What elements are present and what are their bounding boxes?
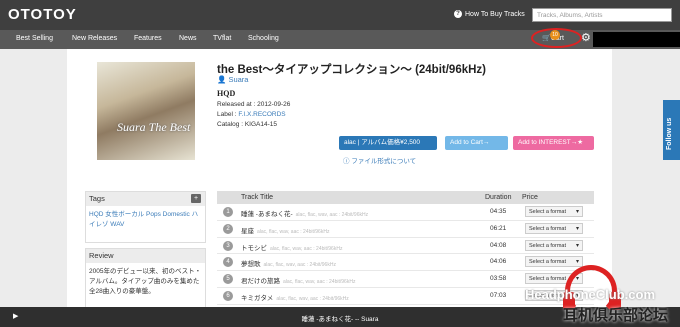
track-number: 4 [223, 257, 233, 268]
col-duration: Duration [485, 194, 512, 201]
track-title[interactable]: トモシビ alac, flac, wav, aac : 24bit/96kHz [241, 242, 342, 252]
catalog-number: Catalog : KIGA14-15 [217, 121, 277, 128]
redacted-account [593, 32, 680, 47]
nav-tvflat[interactable]: TVflat [213, 35, 231, 42]
release-date: Released at : 2012-09-26 [217, 101, 291, 108]
review-text: 2005年のデビュー以来、初のベスト・アルバム。タイアップ曲のみを集めた全28曲… [89, 268, 202, 295]
album-title: the Best～タイアップコレクション～ (24bit/96kHz) [217, 64, 487, 76]
track-format: alac, flac, wav, aac : 24bit/96kHz [270, 245, 343, 252]
track-number: 6 [223, 290, 233, 301]
artist-link[interactable]: 👤 Suara [217, 75, 248, 84]
person-icon: 👤 [217, 75, 229, 84]
track-duration: 04:06 [490, 258, 507, 266]
watermark-en: HeadphoneClub.com [525, 287, 656, 302]
watermark-zh: 耳机俱乐部论坛 [563, 307, 669, 324]
chevron-down-icon: ▾ [575, 242, 579, 249]
track-duration: 07:03 [490, 291, 507, 299]
site-logo[interactable]: OTOTOY [8, 6, 77, 23]
track-number: 2 [223, 223, 233, 234]
how-to-buy-link[interactable]: ? How To Buy Tracks [454, 10, 525, 18]
track-number: 1 [223, 207, 233, 217]
add-tag-button[interactable]: + [191, 194, 201, 203]
nav-features[interactable]: Features [134, 35, 162, 42]
nav-schooling[interactable]: Schooling [248, 35, 279, 42]
track-title[interactable]: 夢想歌 alac, flac, wav, aac : 24bit/96kHz [241, 258, 336, 268]
track-format: alac, flac, wav, aac : 24bit/96kHz [263, 262, 336, 269]
track-title[interactable]: 君だけの旅路 alac, flac, wav, aac : 24bit/96kHz [241, 275, 355, 285]
track-table-header: Track Title Duration Price [217, 191, 594, 204]
hqd-badge: HQD [217, 89, 236, 98]
track-format: alac, flac, wav, aac : 24bit/96kHz [295, 212, 369, 218]
search-input[interactable]: Tracks, Albums, Artists [532, 8, 672, 22]
buy-album-button[interactable]: alac | アルバム価格¥2,500 [339, 136, 437, 150]
track-row[interactable]: 5 君だけの旅路 alac, flac, wav, aac : 24bit/96kH… [217, 271, 594, 288]
track-row[interactable]: 2 星座 alac, flac, wav, aac : 24bit/96kHz 06:… [217, 221, 594, 238]
watermark: HeadphoneClub.com 耳机俱乐部论坛 [525, 265, 675, 327]
top-bar: OTOTOY ? How To Buy Tracks Tracks, Album… [0, 0, 680, 30]
cover-text: Suara The Best [117, 120, 191, 134]
track-number: 3 [223, 240, 233, 251]
follow-us-tab[interactable]: Follow us [663, 100, 680, 160]
track-duration: 03:58 [490, 275, 507, 283]
track-number: 5 [223, 274, 233, 285]
nav-new-releases[interactable]: New Releases [72, 35, 117, 42]
tags-header: Tags + [86, 192, 205, 206]
review-panel: Review 2005年のデビュー以来、初のベスト・アルバム。タイアップ曲のみを… [85, 248, 206, 313]
tags-panel: Tags + HQD 女性ボーカル Pops Domestic ハイレゾ WAV [85, 191, 206, 243]
track-row[interactable]: 1 睡蓮 -あまねく花-alac, flac, wav, aac : 24bit/… [217, 204, 594, 221]
album-cover: Suara The Best [97, 62, 195, 160]
cart-count-badge: 10 [550, 30, 560, 40]
format-info-link[interactable]: ⓘ ファイル形式について [343, 155, 416, 165]
col-title: Track Title [241, 194, 274, 201]
track-format: alac, flac, wav, aac : 24bit/96kHz [276, 295, 349, 302]
label-link[interactable]: F.I.X.RECORDS [238, 111, 285, 118]
add-to-cart-button[interactable]: Add to Cart→ [445, 136, 508, 150]
how-to-buy-label: How To Buy Tracks [465, 10, 525, 18]
format-select[interactable]: Select a format▾ [525, 222, 583, 234]
track-duration: 06:21 [490, 224, 507, 232]
chevron-down-icon: ▾ [575, 209, 579, 215]
track-title[interactable]: 星座 alac, flac, wav, aac : 24bit/96kHz [241, 225, 329, 235]
gear-icon[interactable]: ⚙ [581, 31, 591, 44]
track-title[interactable]: キミガタメ alac, flac, wav, aac : 24bit/96kHz [241, 292, 349, 302]
track-format: alac, flac, wav, aac : 24bit/96kHz [257, 228, 330, 235]
track-row[interactable]: 3 トモシビ alac, flac, wav, aac : 24bit/96kHz 0… [217, 238, 594, 255]
review-header: Review [86, 249, 205, 263]
nav-best-selling[interactable]: Best Selling [16, 35, 53, 42]
format-select[interactable]: Select a format▾ [525, 239, 583, 251]
format-select[interactable]: Select a format▾ [525, 206, 583, 217]
question-icon: ? [454, 10, 462, 18]
format-select[interactable]: Select a format▾ [525, 256, 583, 268]
track-duration: 04:08 [490, 241, 507, 249]
track-title[interactable]: 睡蓮 -あまねく花-alac, flac, wav, aac : 24bit/9… [241, 208, 368, 218]
col-price: Price [522, 194, 538, 201]
add-to-interest-button[interactable]: Add to INTEREST→★ [513, 136, 594, 150]
track-duration: 04:35 [490, 208, 507, 215]
nav-news[interactable]: News [179, 35, 197, 42]
tag-list[interactable]: HQD 女性ボーカル Pops Domestic ハイレゾ WAV [86, 206, 205, 234]
track-row[interactable]: 4 夢想歌 alac, flac, wav, aac : 24bit/96kHz 04… [217, 254, 594, 272]
label-line: Label : F.I.X.RECORDS [217, 111, 286, 118]
chevron-down-icon: ▾ [575, 259, 579, 266]
track-format: alac, flac, wav, aac : 24bit/96kHz [283, 279, 356, 286]
chevron-down-icon: ▾ [575, 225, 579, 232]
